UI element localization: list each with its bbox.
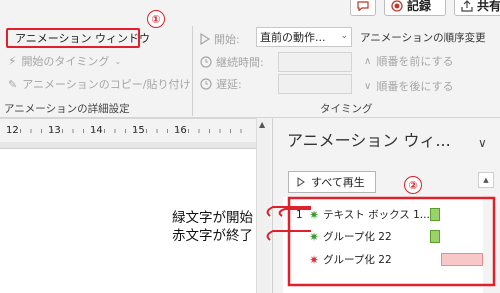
timing-bar [430, 208, 440, 221]
item-label: グループ化 22 [323, 230, 392, 243]
comment-button[interactable] [350, 0, 376, 16]
entrance-star-icon: ✷ [309, 230, 320, 244]
callout-2: ② [404, 176, 422, 194]
play-icon [297, 177, 305, 187]
delay-label-wrap: 遅延: [200, 78, 242, 90]
move-later-button[interactable]: ∨ 順番を後にする [364, 81, 453, 92]
move-later-label: 順番を後にする [376, 80, 454, 93]
trigger-button[interactable]: ⚡ 開始のタイミング ⌄ [8, 54, 121, 68]
item-index: 1 [296, 208, 303, 221]
timing-bar [430, 230, 440, 243]
pane-scroll-up-button[interactable]: ▲ [478, 172, 494, 188]
move-earlier-button[interactable]: ∧ 順番を前にする [364, 56, 453, 67]
duration-label-wrap: 継続時間: [200, 56, 264, 68]
share-icon [461, 0, 473, 12]
record-button[interactable]: 記録 [384, 0, 446, 16]
duration-label: 継続時間: [216, 55, 264, 69]
animation-pane-label: アニメーション ウィンドウ [15, 31, 151, 45]
group-separator [192, 26, 193, 116]
start-select-value: 直前の動作... [260, 30, 326, 44]
start-label-wrap: 開始: [200, 33, 240, 45]
list-item[interactable]: 1 ✷ テキスト ボックス 1... [283, 204, 483, 226]
exit-star-icon: ✷ [309, 253, 320, 267]
list-item[interactable]: ✷ グループ化 22 [283, 226, 483, 248]
chevron-down-icon[interactable]: ∨ [478, 136, 487, 150]
animation-painter-label: アニメーションのコピー/貼り付け [22, 78, 191, 91]
trigger-label: 開始のタイミング [21, 54, 110, 68]
pane-title: アニメーション ウィ... [287, 131, 451, 150]
timing-bar [441, 253, 483, 266]
delay-field[interactable] [278, 74, 352, 94]
animation-painter-button[interactable]: ✎ アニメーションのコピー/貼り付け [8, 78, 190, 91]
play-all-button[interactable]: すべて再生 [288, 171, 376, 193]
item-label: グループ化 22 [323, 253, 392, 266]
duration-field[interactable] [278, 52, 352, 72]
play-icon [200, 33, 210, 45]
chevron-down-icon: ∨ [364, 81, 372, 92]
scroll-up-icon: ▲ [483, 176, 489, 184]
paintbrush-icon: ✎ [8, 78, 18, 91]
start-select[interactable]: 直前の動作... ⌄ [256, 27, 352, 47]
delay-label: 遅延: [216, 77, 242, 91]
clock-icon [200, 78, 212, 90]
callout-1: ① [147, 10, 165, 28]
reorder-label: アニメーションの順序変更 [360, 32, 486, 44]
chevron-up-icon: ∧ [364, 56, 372, 67]
item-label: テキスト ボックス 1... [323, 208, 430, 221]
annotation-red-text: 赤文字が終了 [172, 228, 253, 244]
record-icon [391, 0, 403, 12]
list-item[interactable]: ✷ グループ化 22 [283, 249, 483, 271]
scroll-up-icon[interactable]: ▲ [259, 120, 265, 129]
share-label: 共有 [477, 0, 500, 13]
entrance-star-icon: ✷ [309, 208, 320, 222]
record-label: 記録 [407, 0, 432, 13]
start-label: 開始: [214, 32, 240, 46]
vertical-scrollbar[interactable]: ▲ [256, 118, 270, 293]
clock-icon [200, 56, 212, 68]
move-earlier-label: 順番を前にする [376, 55, 454, 68]
animation-list: 1 ✷ テキスト ボックス 1... ✷ グループ化 22 ✷ グループ化 22 [283, 197, 483, 293]
chevron-down-icon: ⌄ [114, 56, 122, 66]
lightning-icon: ⚡ [8, 54, 17, 68]
annotation-green-text: 緑文字が開始 [172, 210, 253, 226]
ruler-marks [20, 129, 250, 133]
share-button[interactable]: 共有 [454, 0, 500, 16]
ruler-tick: 12 [6, 125, 19, 136]
comment-icon [357, 1, 369, 11]
horizontal-ruler: 12 13 14 15 16 [0, 118, 270, 142]
animation-pane-button[interactable]: アニメーション ウィンドウ [6, 28, 150, 48]
chevron-down-icon: ⌄ [340, 31, 348, 41]
timing-group-label: タイミング [320, 103, 373, 115]
play-all-label: すべて再生 [311, 175, 365, 189]
advanced-group-label: アニメーションの詳細設定 [4, 103, 130, 115]
